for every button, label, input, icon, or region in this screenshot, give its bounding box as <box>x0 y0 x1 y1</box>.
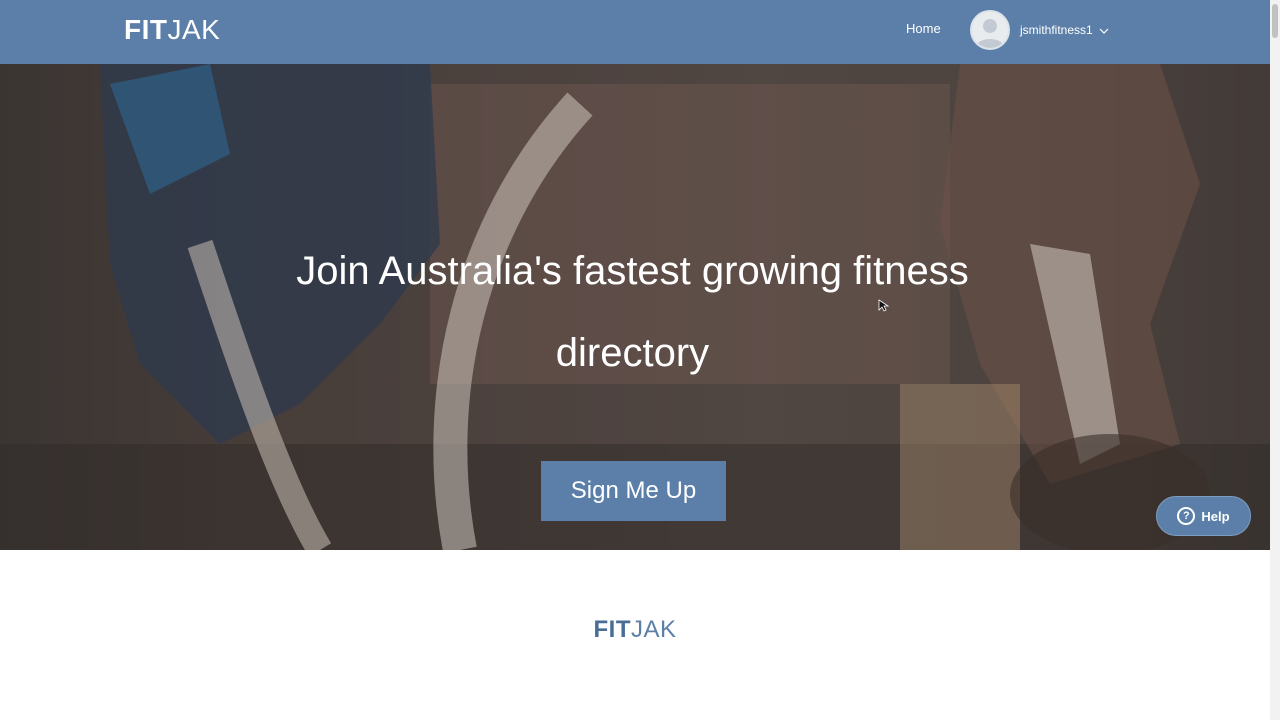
scrollbar-thumb[interactable] <box>1272 4 1278 38</box>
vertical-scrollbar[interactable] <box>1270 0 1280 720</box>
user-avatar-icon <box>970 10 1010 50</box>
nav-home-link[interactable]: Home <box>906 21 941 37</box>
logo-jak: JAK <box>167 14 221 45</box>
help-icon: ? <box>1177 507 1196 525</box>
footer-logo-jak: JAK <box>630 616 677 643</box>
chevron-down-icon <box>1099 21 1109 39</box>
help-label: Help <box>1201 508 1230 524</box>
hero-section: Join Australia's fastest growing fitness… <box>0 64 1270 550</box>
username-label: jsmithfitness1 <box>1020 23 1093 37</box>
hero-headline-line2: directory <box>555 331 710 375</box>
logo-fit: FIT <box>124 14 168 45</box>
hero-headline: Join Australia's fastest growing fitness… <box>235 230 1030 394</box>
header-logo[interactable]: FITJAK <box>124 14 220 46</box>
user-menu[interactable]: jsmithfitness1 <box>970 9 1109 51</box>
top-navbar: FITJAK Home jsmithfitness1 <box>0 0 1270 64</box>
help-button[interactable]: ? Help <box>1156 496 1251 536</box>
hero-headline-line1: Join Australia's fastest growing fitness <box>296 249 969 293</box>
footer-logo[interactable]: FITJAK <box>0 616 1270 644</box>
sign-me-up-button[interactable]: Sign Me Up <box>541 461 726 521</box>
mouse-cursor-icon <box>878 299 890 312</box>
footer-logo-fit: FIT <box>593 616 631 643</box>
